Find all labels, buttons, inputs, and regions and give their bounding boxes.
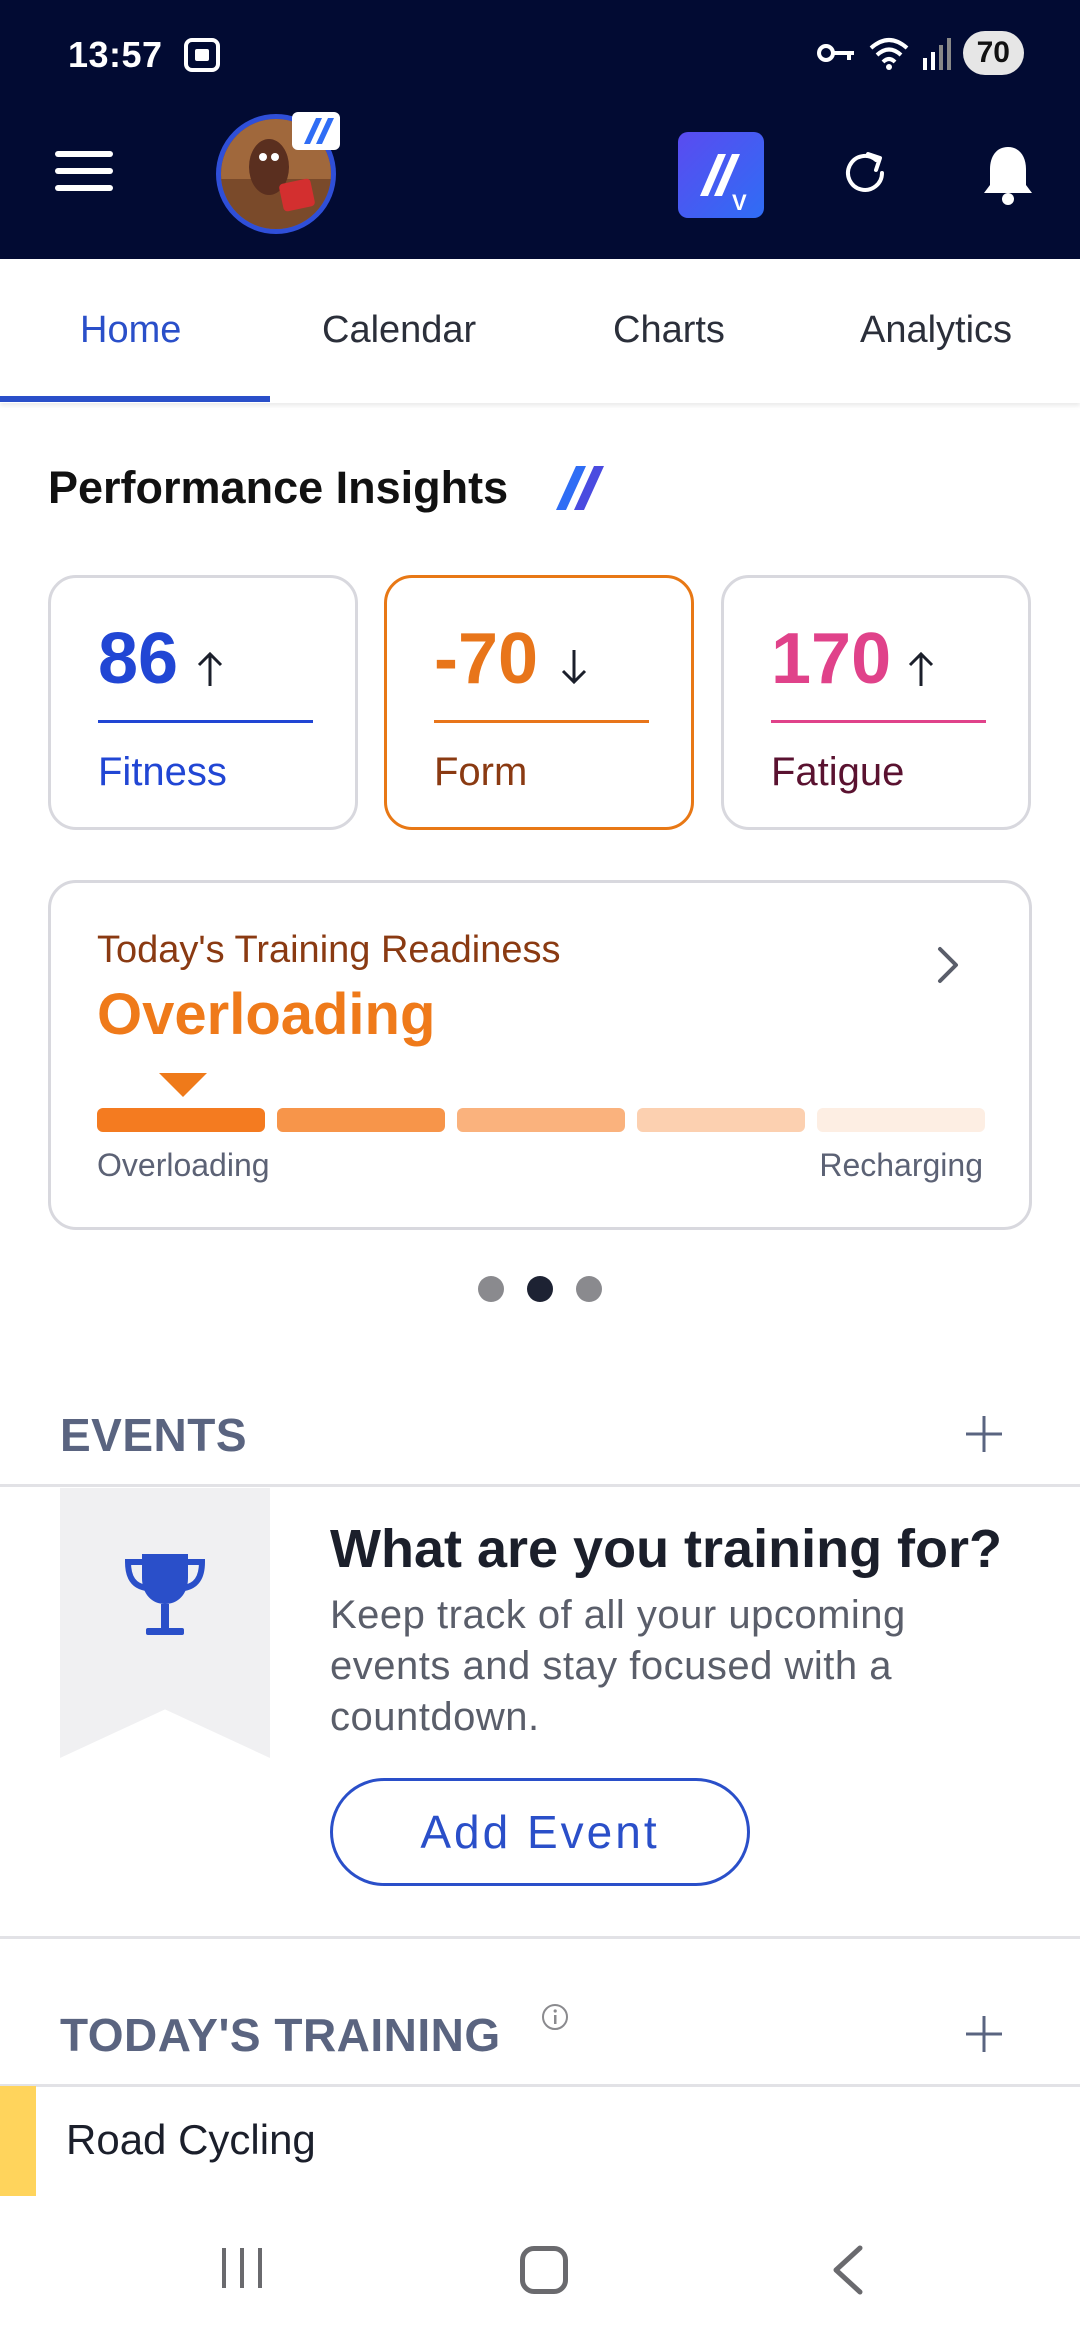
form-value: -70 <box>434 619 539 699</box>
training-item-name[interactable]: Road Cycling <box>66 2116 316 2164</box>
fitness-underline <box>98 720 313 723</box>
screenshot-icon <box>184 38 220 72</box>
tab-analytics[interactable]: Analytics <box>860 309 1012 352</box>
training-color-bar <box>0 2086 36 2196</box>
active-tab-indicator <box>0 396 270 402</box>
readiness-segment <box>817 1108 985 1132</box>
form-underline <box>434 720 649 723</box>
trophy-icon <box>124 1554 206 1635</box>
readiness-segment <box>277 1108 445 1132</box>
readiness-title: Today's Training Readiness <box>97 929 561 971</box>
app-header: 13:57 70 V <box>0 0 1080 259</box>
arrow-up-icon <box>197 651 223 686</box>
back-icon[interactable] <box>828 2244 868 2296</box>
readiness-scale-right: Recharging <box>819 1147 983 1183</box>
arrow-down-icon <box>561 650 587 685</box>
add-event-label: Add Event <box>420 1806 660 1858</box>
readiness-status: Overloading <box>97 982 436 1047</box>
notifications-bell-icon[interactable] <box>980 143 1036 205</box>
hamburger-menu-icon[interactable] <box>55 151 113 191</box>
battery-indicator: 70 <box>962 31 1024 75</box>
tab-home[interactable]: Home <box>80 309 181 352</box>
home-button-icon[interactable] <box>520 2246 568 2294</box>
performance-insights-title: Performance Insights <box>48 462 509 513</box>
events-section-title: EVENTS <box>60 1409 248 1461</box>
intervals-brand-icon[interactable]: V <box>678 132 764 218</box>
chevron-right-icon[interactable] <box>934 943 964 987</box>
info-icon[interactable] <box>540 2002 570 2032</box>
divider <box>0 1936 1080 1939</box>
add-event-button[interactable]: Add Event <box>330 1778 750 1886</box>
training-readiness-card[interactable]: Today's Training Readiness Overloading O… <box>48 880 1032 1230</box>
readiness-segment <box>97 1108 265 1132</box>
carousel-dot[interactable] <box>478 1276 504 1302</box>
readiness-scale-left: Overloading <box>97 1147 270 1183</box>
intervals-logo-icon <box>556 466 604 510</box>
events-description: Keep track of all your upcoming events a… <box>330 1593 906 1739</box>
carousel-dot-active[interactable] <box>527 1276 553 1302</box>
fatigue-card[interactable]: 170 Fatigue <box>721 575 1031 830</box>
fatigue-underline <box>771 720 986 723</box>
fatigue-label: Fatigue <box>771 750 905 794</box>
todays-training-section-title: TODAY'S TRAINING <box>60 2009 501 2061</box>
wifi-icon <box>869 38 908 70</box>
status-time: 13:57 <box>68 34 163 75</box>
fitness-card[interactable]: 86 Fitness <box>48 575 358 830</box>
pro-badge-icon <box>292 112 340 150</box>
tab-charts[interactable]: Charts <box>613 309 725 352</box>
fatigue-value: 170 <box>771 619 892 699</box>
refresh-icon[interactable] <box>838 146 892 200</box>
events-heading: What are you training for? <box>330 1519 1003 1579</box>
readiness-segment <box>637 1108 805 1132</box>
carousel-dot[interactable] <box>576 1276 602 1302</box>
readiness-marker <box>159 1073 207 1097</box>
add-event-plus-icon[interactable] <box>962 1412 1006 1456</box>
recent-apps-icon[interactable] <box>218 2244 268 2292</box>
fitness-label: Fitness <box>98 750 227 794</box>
vpn-key-icon <box>816 44 854 62</box>
arrow-up-icon <box>908 651 934 686</box>
divider <box>0 1484 1080 1487</box>
app-screen: 13:57 70 V Home Calendar Charts Analytic… <box>0 0 1080 2340</box>
signal-icon <box>922 38 951 70</box>
carousel-pagination <box>478 1276 602 1302</box>
svg-text:V: V <box>732 190 747 215</box>
tab-bar: Home Calendar Charts Analytics <box>0 259 1080 403</box>
status-icons: 70 <box>816 30 1024 76</box>
readiness-segment <box>457 1108 625 1132</box>
form-card[interactable]: -70 Form <box>384 575 694 830</box>
form-label: Form <box>434 750 528 794</box>
tab-calendar[interactable]: Calendar <box>322 309 476 352</box>
fitness-value: 86 <box>98 619 179 699</box>
add-training-plus-icon[interactable] <box>962 2012 1006 2056</box>
divider <box>0 2084 1080 2087</box>
